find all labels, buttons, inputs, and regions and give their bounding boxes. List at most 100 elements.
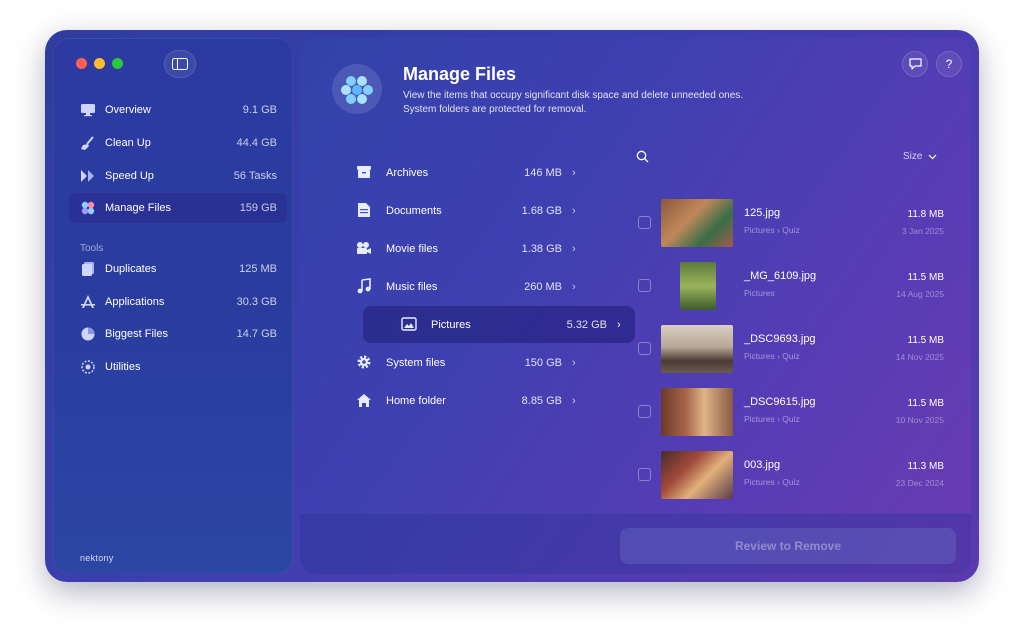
subtitle-line: View the items that occupy significant d… (403, 90, 744, 101)
help-button[interactable]: ? (936, 51, 962, 77)
category-movie-files[interactable]: Movie files 1.38 GB › (318, 230, 590, 267)
category-pictures[interactable]: Pictures 5.32 GB › (363, 306, 635, 343)
sidebar-item-label: Utilities (105, 361, 141, 373)
manage-files-hero-icon (332, 64, 382, 114)
category-label: Documents (386, 204, 442, 217)
sidebar-item-value: 56 Tasks (233, 170, 277, 182)
file-checkbox[interactable] (638, 405, 651, 418)
category-archives[interactable]: Archives 146 MB › (318, 154, 590, 191)
category-size: 5.32 GB (566, 318, 607, 331)
category-label: Movie files (386, 242, 438, 255)
picture-icon (400, 315, 418, 333)
category-system-files[interactable]: System files 150 GB › (318, 344, 590, 381)
chevron-right-icon: › (572, 166, 576, 179)
sidebar-item-label: Manage Files (105, 202, 172, 214)
sidebar-item-manage-files[interactable]: Manage Files 159 GB (69, 193, 287, 223)
sidebar-item-label: Applications (105, 296, 165, 308)
sidebar-item-label: Biggest Files (105, 328, 168, 340)
sidebar-item-biggest-files[interactable]: Biggest Files 14.7 GB (69, 319, 287, 349)
search-icon (636, 150, 649, 163)
sort-dropdown[interactable]: Size (903, 151, 937, 162)
chevron-right-icon: › (572, 204, 576, 217)
sidebar-item-value: 44.4 GB (236, 137, 277, 149)
sidebar-toggle-button[interactable] (164, 50, 196, 78)
file-name: _MG_6109.jpg (744, 270, 817, 282)
file-checkbox[interactable] (638, 216, 651, 229)
category-label: Pictures (431, 318, 471, 331)
chevron-right-icon: › (617, 318, 621, 331)
music-icon (355, 277, 373, 295)
sidebar-item-utilities[interactable]: Utilities (69, 352, 287, 382)
chevron-right-icon: › (572, 242, 576, 255)
category-size: 1.68 GB (521, 204, 562, 217)
file-checkbox[interactable] (638, 342, 651, 355)
file-row[interactable]: 125.jpg Pictures › Quiz 11.8 MB 3 Jan 20… (638, 199, 948, 247)
file-thumbnail (661, 325, 733, 373)
minimize-window-button[interactable] (94, 58, 105, 69)
file-checkbox[interactable] (638, 279, 651, 292)
category-music-files[interactable]: Music files 260 MB › (318, 268, 590, 305)
duplicates-icon (79, 260, 97, 278)
sidebar-item-label: Clean Up (105, 137, 151, 149)
file-name: _DSC9693.jpg (744, 333, 816, 345)
file-path: Pictures › Quiz (744, 414, 800, 424)
sidebar-item-value: 159 GB (239, 202, 277, 214)
chevron-right-icon: › (572, 356, 576, 369)
movie-icon (355, 239, 373, 257)
file-size: 11.3 MB (907, 461, 945, 472)
sidebar-toggle-icon (172, 58, 188, 70)
sidebar-item-speed-up[interactable]: Speed Up 56 Tasks (69, 161, 287, 191)
document-icon (355, 201, 373, 219)
file-date: 14 Aug 2025 (896, 289, 944, 299)
search-button[interactable] (636, 150, 649, 168)
file-path: Pictures › Quiz (744, 477, 800, 487)
sidebar-item-label: Speed Up (105, 170, 154, 182)
file-date: 14 Nov 2025 (895, 352, 944, 362)
category-size: 8.85 GB (521, 394, 562, 407)
file-date: 23 Dec 2024 (895, 478, 944, 488)
close-window-button[interactable] (76, 58, 87, 69)
zoom-window-button[interactable] (112, 58, 123, 69)
chevron-down-icon (929, 154, 937, 159)
feedback-button[interactable] (902, 51, 928, 77)
sidebar-item-value: 14.7 GB (236, 328, 277, 340)
sidebar-item-clean-up[interactable]: Clean Up 44.4 GB (69, 128, 287, 158)
file-path: Pictures › Quiz (744, 351, 800, 361)
sidebar: Overview 9.1 GB Clean Up 44.4 GB Speed U… (53, 38, 293, 574)
broom-icon (79, 134, 97, 152)
sidebar-item-value: 9.1 GB (242, 104, 277, 116)
sidebar-item-label: Duplicates (105, 263, 157, 275)
file-name: 003.jpg (744, 459, 781, 471)
sidebar-item-duplicates[interactable]: Duplicates 125 MB (69, 254, 287, 284)
chevron-right-icon: › (572, 394, 576, 407)
category-label: Home folder (386, 394, 446, 407)
sidebar-item-value: 30.3 GB (236, 296, 277, 308)
category-size: 146 MB (524, 166, 562, 179)
page-subtitle: View the items that occupy significant d… (403, 89, 743, 117)
sidebar-item-label: Overview (105, 104, 151, 116)
hexagons-icon (79, 199, 97, 217)
file-thumbnail (661, 199, 733, 247)
sidebar-item-overview[interactable]: Overview 9.1 GB (69, 95, 287, 125)
file-row[interactable]: _DSC9693.jpg Pictures › Quiz 11.5 MB 14 … (638, 325, 948, 373)
applications-icon (79, 293, 97, 311)
file-row[interactable]: _DSC9615.jpg Pictures › Quiz 11.5 MB 10 … (638, 388, 948, 436)
file-size: 11.5 MB (907, 335, 945, 346)
category-label: Music files (386, 280, 438, 293)
sidebar-item-applications[interactable]: Applications 30.3 GB (69, 287, 287, 317)
category-documents[interactable]: Documents 1.68 GB › (318, 192, 590, 229)
pie-icon (79, 325, 97, 343)
review-to-remove-button[interactable]: Review to Remove (620, 528, 956, 564)
file-name: 125.jpg (744, 207, 781, 219)
category-home-folder[interactable]: Home folder 8.85 GB › (318, 382, 590, 419)
file-row[interactable]: 003.jpg Pictures › Quiz 11.3 MB 23 Dec 2… (638, 451, 948, 499)
sort-label: Size (903, 151, 923, 162)
file-size: 11.5 MB (907, 272, 945, 283)
file-thumbnail (661, 451, 733, 499)
page-title: Manage Files (403, 64, 517, 84)
tools-section-title: Tools (80, 243, 104, 254)
question-icon: ? (945, 57, 953, 71)
file-row[interactable]: _MG_6109.jpg Pictures 11.5 MB 14 Aug 202… (638, 262, 948, 310)
file-name: _DSC9615.jpg (744, 396, 816, 408)
file-checkbox[interactable] (638, 468, 651, 481)
